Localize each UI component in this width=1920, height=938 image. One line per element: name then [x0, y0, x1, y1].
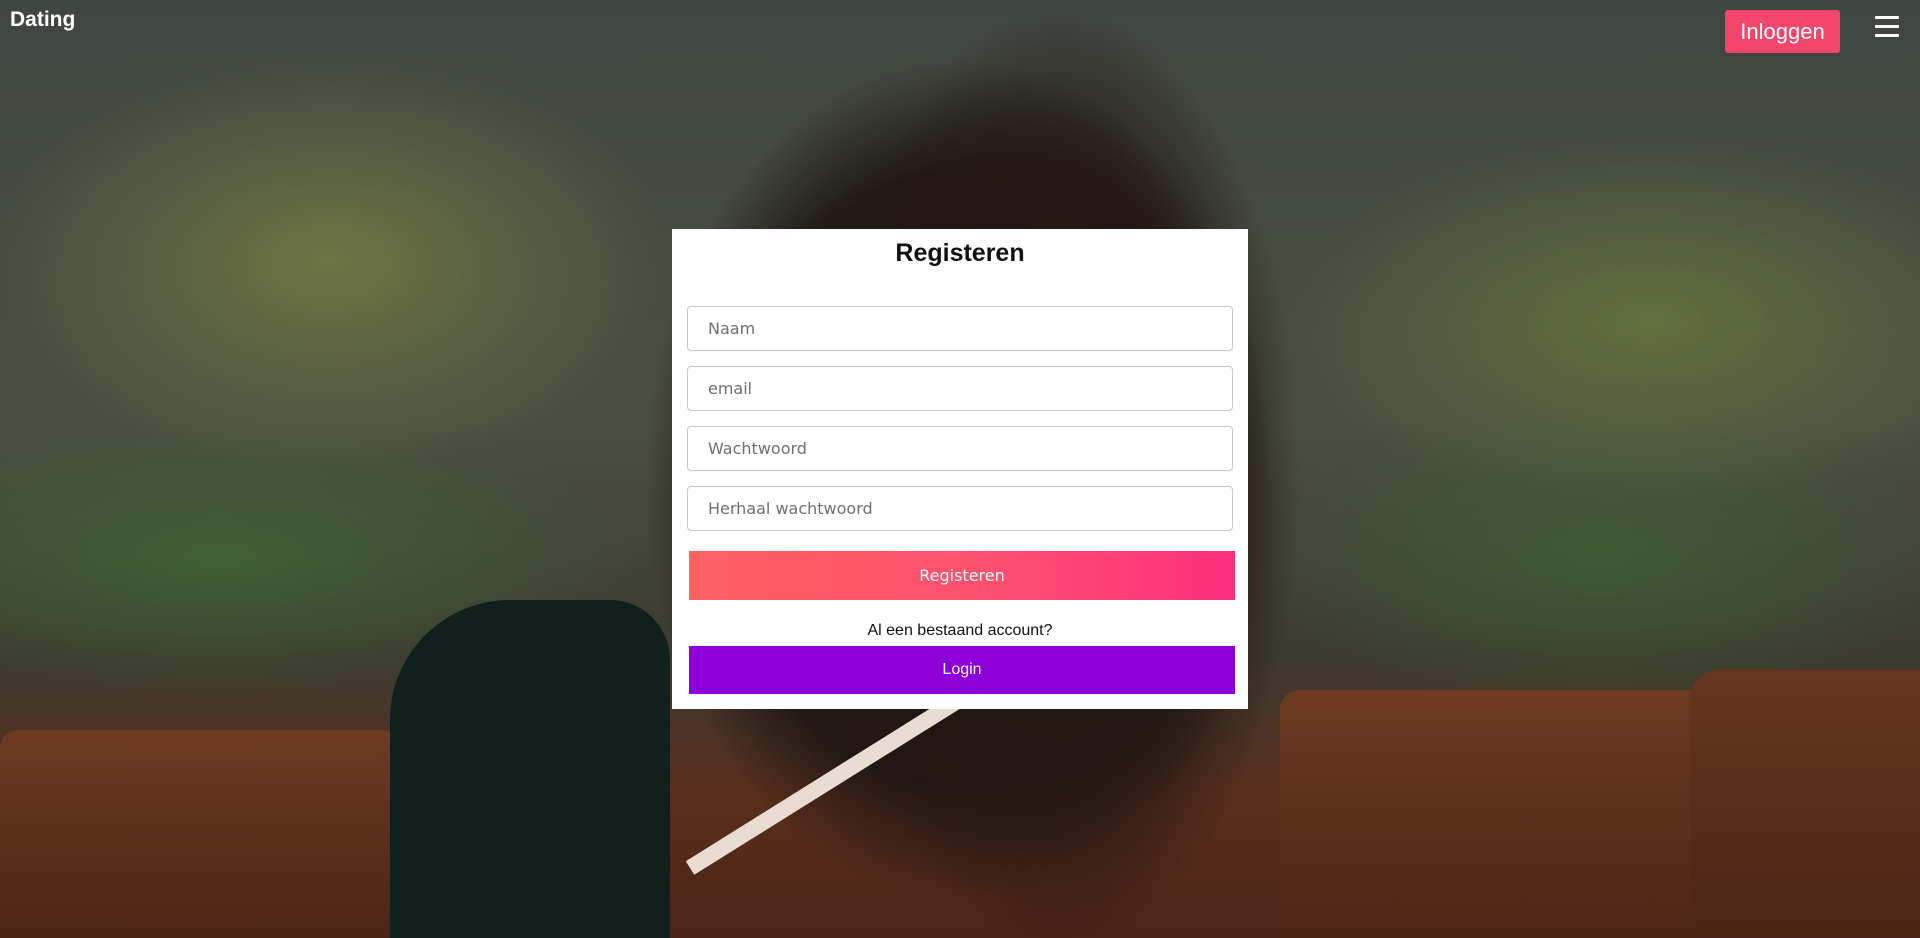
register-button[interactable]: Registeren [689, 551, 1235, 600]
existing-account-text: Al een bestaand account? [867, 622, 1053, 639]
login-button[interactable]: Login [689, 646, 1235, 694]
background-sofa-left [0, 730, 400, 938]
password-input[interactable] [687, 426, 1233, 471]
hamburger-menu-icon[interactable] [1875, 16, 1899, 38]
email-input[interactable] [687, 366, 1233, 411]
background-person-shirt [390, 600, 670, 938]
header-login-button[interactable]: Inloggen [1725, 10, 1840, 53]
background-sofa-far-right [1690, 670, 1920, 938]
name-input[interactable] [687, 306, 1233, 351]
menu-bar [1875, 25, 1899, 28]
menu-bar [1875, 34, 1899, 37]
menu-bar [1875, 16, 1899, 19]
background-sofa-right [1280, 690, 1720, 938]
repeat-password-input[interactable] [687, 486, 1233, 531]
register-card: Registeren Registeren Al een bestaand ac… [672, 229, 1248, 709]
brand-logo[interactable]: Dating [10, 8, 75, 32]
register-title: Registeren [895, 239, 1025, 267]
